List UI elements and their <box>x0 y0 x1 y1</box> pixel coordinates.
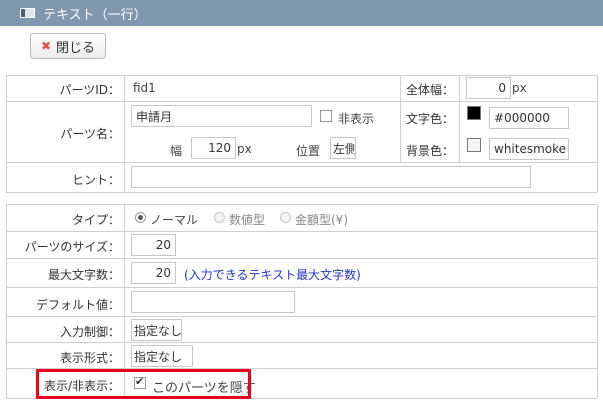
type-radio-numeric[interactable] <box>214 212 225 223</box>
width-input[interactable]: 120 <box>191 137 236 159</box>
size-input[interactable]: 20 <box>131 234 176 256</box>
bg-color-label: 背景色： <box>405 144 454 158</box>
display-format-select[interactable]: 指定なし <box>131 345 193 367</box>
part-id-value: fid1 <box>133 81 156 95</box>
window-title: テキスト（一行） <box>43 7 147 23</box>
width-label: 幅 <box>170 144 183 158</box>
maxlen-input[interactable]: 20 <box>131 262 176 284</box>
text-color-label: 文字色： <box>405 112 454 126</box>
total-width-input[interactable]: 0 <box>466 77 511 99</box>
divider <box>597 75 598 192</box>
part-name-input[interactable]: 申請月 <box>131 105 312 127</box>
width-unit: px <box>237 142 252 156</box>
close-icon: ✖ <box>40 39 52 53</box>
divider <box>124 75 125 192</box>
divider <box>6 162 597 163</box>
hint-label: ヒント： <box>71 173 120 187</box>
close-button[interactable]: ✖ 閉じる <box>30 33 106 59</box>
input-restrict-label: 入力制御： <box>59 325 120 339</box>
divider <box>6 101 597 102</box>
size-label: パーツのサイズ： <box>24 240 120 254</box>
display-format-label: 表示形式： <box>59 351 120 365</box>
divider <box>6 192 597 193</box>
divider <box>6 342 597 343</box>
hint-input[interactable] <box>131 166 531 188</box>
close-button-label: 閉じる <box>56 40 96 56</box>
divider <box>6 75 597 76</box>
divider <box>6 316 597 317</box>
position-select[interactable]: 左側 <box>330 137 356 159</box>
type-option-currency: 金額型(¥) <box>295 213 348 227</box>
default-input[interactable] <box>131 291 295 313</box>
part-id-label: パーツID： <box>59 83 120 97</box>
divider <box>6 204 7 398</box>
divider <box>400 75 401 162</box>
text-color-input[interactable]: #000000 <box>489 107 569 129</box>
total-width-label: 全体幅： <box>405 83 454 97</box>
type-label: タイプ： <box>71 213 120 227</box>
type-option-numeric: 数値型 <box>229 213 266 227</box>
maxlen-label: 最大文字数： <box>47 268 120 282</box>
input-restrict-select[interactable]: 指定なし <box>131 319 182 341</box>
divider <box>459 75 460 162</box>
highlight-box <box>36 369 251 399</box>
maxlen-note: (入力できるテキスト最大文字数) <box>184 268 361 282</box>
type-radio-currency[interactable] <box>280 212 291 223</box>
total-width-unit: px <box>512 81 527 95</box>
text-color-swatch[interactable] <box>467 106 481 120</box>
divider <box>6 75 7 192</box>
bg-color-input[interactable]: whitesmoke <box>489 138 569 160</box>
position-label: 位置 <box>296 144 321 158</box>
divider <box>597 204 598 398</box>
default-label: デフォルト値： <box>35 298 120 312</box>
hidden-checkbox-label: 非表示 <box>338 112 375 126</box>
divider <box>6 204 597 205</box>
part-name-label: パーツ名： <box>60 127 120 141</box>
divider <box>6 287 597 288</box>
bg-color-swatch[interactable] <box>467 138 481 152</box>
window-titlebar: テキスト（一行） <box>0 0 603 26</box>
window-icon <box>20 8 35 18</box>
type-option-normal: ノーマル <box>150 213 199 227</box>
hidden-checkbox[interactable] <box>320 110 332 122</box>
divider <box>6 231 597 232</box>
divider <box>6 258 597 259</box>
type-radio-normal[interactable] <box>135 212 146 223</box>
